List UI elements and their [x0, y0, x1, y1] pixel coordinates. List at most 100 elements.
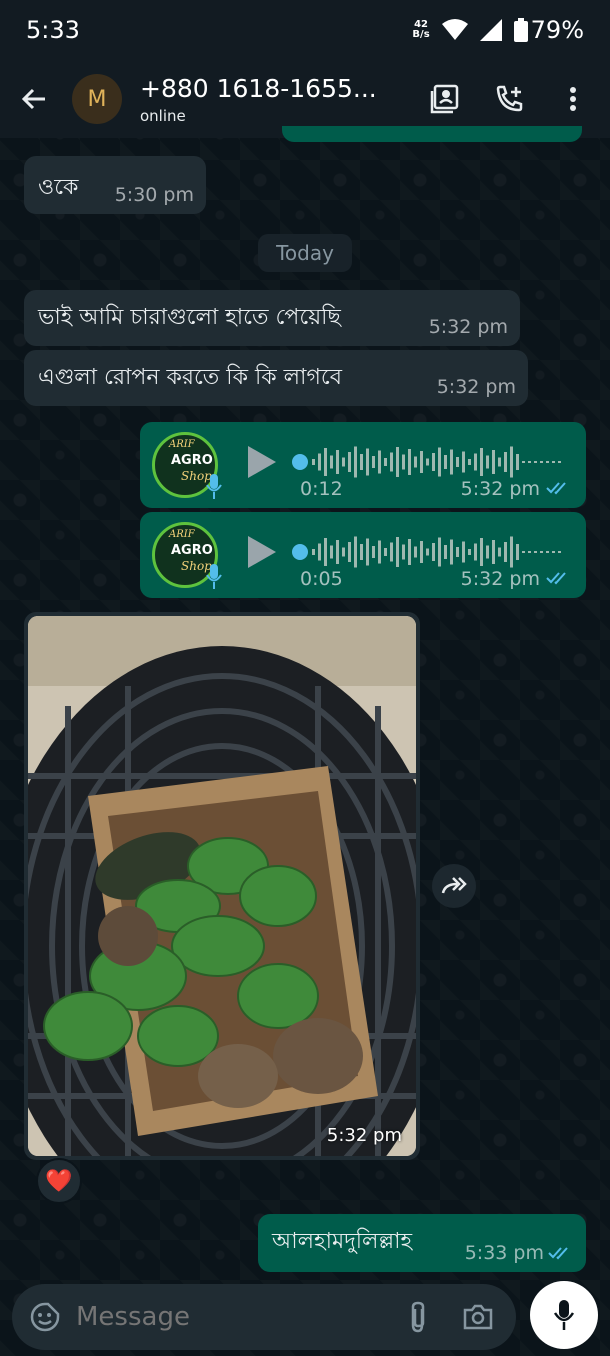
waveform-bar: [342, 547, 345, 557]
message-time: 5:32 pm: [326, 1125, 402, 1146]
back-arrow-icon: [21, 88, 45, 110]
emoji-sticker-icon[interactable]: [30, 1302, 60, 1332]
waveform-bar: [444, 545, 447, 559]
waveform-bar: [510, 536, 513, 568]
waveform-bar: [474, 543, 477, 561]
battery-icon: [513, 18, 528, 42]
message-input[interactable]: [76, 1302, 408, 1332]
waveform-bar: [312, 459, 315, 465]
waveform-bar: [342, 457, 345, 467]
contact-info[interactable]: +880 1618-1655... online: [140, 74, 428, 125]
photo-illustration: [28, 616, 416, 1156]
waveform-bar: [450, 539, 453, 565]
waveform-bar: [540, 551, 543, 553]
waveform-bar: [534, 551, 537, 553]
waveform-bar: [546, 461, 549, 463]
waveform-bar: [372, 546, 375, 558]
message-time: 5:32 pm: [460, 568, 540, 590]
mic-icon: [206, 474, 222, 499]
mic-icon: [206, 564, 222, 589]
message-composer: [12, 1284, 516, 1350]
image-message[interactable]: 5:32 pm: [24, 612, 420, 1160]
play-button[interactable]: [244, 534, 278, 570]
microphone-icon: [553, 1300, 575, 1330]
contact-avatar[interactable]: M: [72, 74, 122, 124]
waveform-bar: [390, 542, 393, 562]
read-ticks-icon: [546, 482, 566, 495]
waveform-bar: [420, 541, 423, 563]
playback-seek-handle[interactable]: [292, 544, 308, 560]
waveform-bar: [312, 549, 315, 555]
waveform-bar: [426, 548, 429, 556]
waveform-bar: [330, 455, 333, 469]
waveform-bar: [468, 459, 471, 465]
waveform-bar: [450, 449, 453, 475]
video-call-button[interactable]: [428, 82, 462, 116]
waveform-bar: [528, 551, 531, 553]
back-button[interactable]: [16, 81, 52, 117]
attach-icon[interactable]: [408, 1301, 428, 1333]
waveform-bar: [480, 538, 483, 566]
status-time: 5:33: [26, 16, 80, 44]
waveform-bar: [504, 542, 507, 562]
waveform-bar: [456, 547, 459, 557]
waveform-bar: [420, 451, 423, 473]
waveform-bar: [498, 547, 501, 557]
more-vert-icon: [570, 87, 576, 111]
waveform-bar: [492, 540, 495, 564]
playback-seek-handle[interactable]: [292, 454, 308, 470]
waveform-bar: [558, 461, 561, 463]
message-time: 5:32 pm: [428, 316, 508, 338]
contact-status: online: [140, 106, 186, 125]
waveform-bar: [324, 538, 327, 566]
message-text: ভাই আমি চারাগুলো হাতে পেয়েছি: [38, 305, 341, 330]
waveform-bar: [540, 461, 543, 463]
message-bubble-incoming[interactable]: এগুলা রোপন করতে কি কি লাগবে 5:32 pm: [24, 350, 528, 406]
waveform-bar: [492, 450, 495, 474]
waveform-bar: [516, 454, 519, 470]
waveform-bar: [390, 452, 393, 472]
contact-name: +880 1618-1655...: [140, 73, 377, 103]
voice-record-button[interactable]: [530, 1281, 598, 1349]
waveform-bar: [324, 448, 327, 476]
forward-button[interactable]: [432, 864, 476, 908]
more-options-button[interactable]: [556, 82, 590, 116]
voice-duration: 0:05: [300, 568, 343, 590]
waveform: [312, 536, 561, 568]
battery-percent: 79%: [530, 16, 584, 44]
message-time: 5:33 pm: [464, 1242, 544, 1264]
voice-duration: 0:12: [300, 478, 343, 500]
message-bubble-incoming[interactable]: ভাই আমি চারাগুলো হাতে পেয়েছি 5:32 pm: [24, 290, 520, 346]
waveform-bar: [558, 551, 561, 553]
waveform-bar: [432, 543, 435, 561]
camera-icon[interactable]: [462, 1303, 494, 1331]
waveform-bar: [414, 456, 417, 468]
voice-message[interactable]: ARIF AGRO Shop 0:12 5:32 pm: [140, 422, 586, 508]
voice-message[interactable]: ARIF AGRO Shop 0:05 5:32 pm: [140, 512, 586, 598]
reaction-badge[interactable]: ❤️: [36, 1158, 82, 1204]
waveform-bar: [462, 541, 465, 563]
signal-icon: [479, 19, 502, 41]
waveform-bar: [348, 452, 351, 472]
waveform-bar: [486, 545, 489, 559]
waveform-bar: [426, 458, 429, 466]
plant-photo[interactable]: 5:32 pm: [28, 616, 416, 1156]
message-bubble-incoming[interactable]: ওকে 5:30 pm: [24, 156, 206, 214]
waveform-bar: [486, 455, 489, 469]
message-bubble-outgoing[interactable]: আলহামদুলিল্লাহ 5:33 pm: [258, 1214, 586, 1272]
voice-call-button[interactable]: [492, 82, 526, 116]
message-time: 5:30 pm: [114, 184, 194, 206]
play-button[interactable]: [244, 444, 278, 480]
waveform-bar: [552, 551, 555, 553]
waveform-bar: [318, 543, 321, 561]
waveform-bar: [408, 539, 411, 565]
waveform-bar: [414, 546, 417, 558]
waveform-bar: [462, 451, 465, 473]
contact-card-icon: [430, 84, 459, 114]
waveform-bar: [330, 545, 333, 559]
waveform-bar: [366, 448, 369, 476]
waveform-bar: [384, 548, 387, 556]
waveform-bar: [438, 447, 441, 477]
waveform-bar: [396, 537, 399, 567]
waveform-bar: [336, 450, 339, 474]
